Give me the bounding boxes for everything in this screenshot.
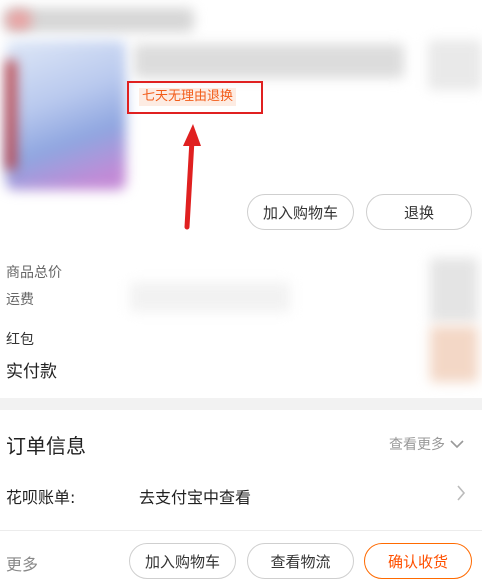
bottom-add-to-cart-button[interactable]: 加入购物车 <box>129 543 236 579</box>
annotation-arrow-icon <box>183 124 201 230</box>
see-more-link[interactable]: 查看更多 <box>389 434 465 454</box>
annotation-highlight-box <box>127 81 263 114</box>
amount-values-redacted <box>430 258 478 322</box>
product-image[interactable] <box>6 40 126 190</box>
chevron-down-icon <box>450 440 464 449</box>
section-separator <box>0 398 482 410</box>
shop-icon <box>6 10 32 30</box>
huabei-bill-value[interactable]: 去支付宝中查看 <box>139 484 251 508</box>
huabei-bill-label: 花呗账单: <box>6 488 76 507</box>
shop-name-redacted <box>4 8 194 32</box>
product-price-redacted <box>428 40 482 90</box>
redacted-area <box>130 282 290 312</box>
divider <box>0 530 482 531</box>
paid-amount-redacted <box>430 326 478 382</box>
goods-total-label: 商品总价 <box>6 265 62 281</box>
shipping-label: 运费 <box>6 292 34 308</box>
return-exchange-button[interactable]: 退换 <box>366 194 472 230</box>
red-packet-label: 红包 <box>6 332 34 348</box>
product-image-edge <box>6 60 16 170</box>
view-logistics-button[interactable]: 查看物流 <box>247 543 354 579</box>
order-info-title: 订单信息 <box>6 434 86 458</box>
actual-paid-label: 实付款 <box>6 362 57 382</box>
chevron-right-icon[interactable] <box>455 484 467 502</box>
see-more-label: 查看更多 <box>389 437 445 453</box>
add-to-cart-button[interactable]: 加入购物车 <box>247 194 354 230</box>
confirm-receipt-button[interactable]: 确认收货 <box>364 543 472 579</box>
more-button[interactable]: 更多 <box>6 551 38 575</box>
product-title-redacted[interactable] <box>134 44 404 78</box>
